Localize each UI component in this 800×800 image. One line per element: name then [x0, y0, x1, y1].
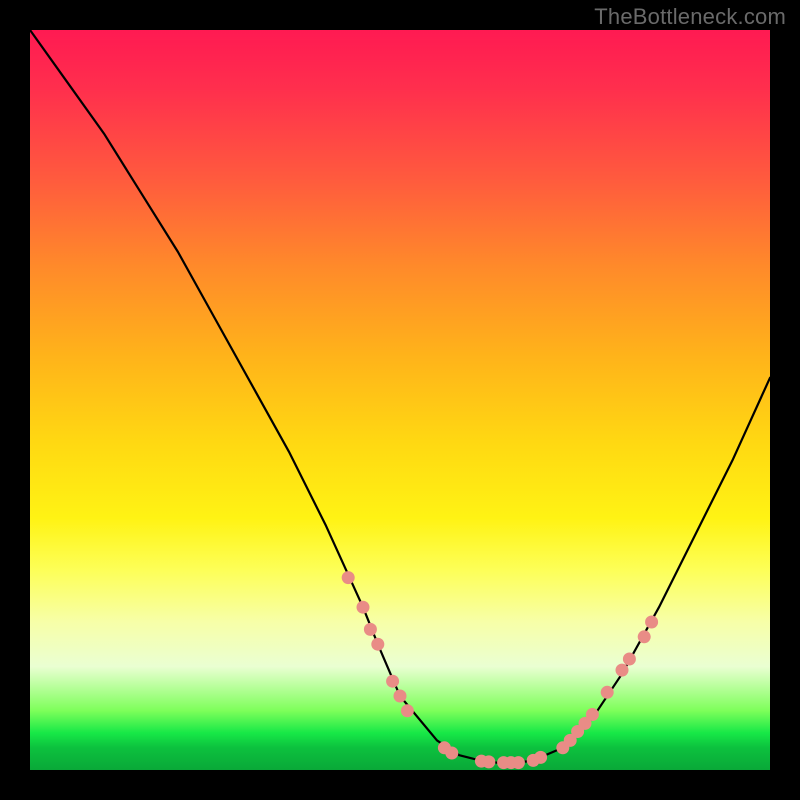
marker-dot — [342, 571, 355, 584]
marker-dot — [534, 751, 547, 764]
marker-dot — [357, 601, 370, 614]
bottleneck-curve — [30, 30, 770, 763]
marker-dot — [616, 664, 629, 677]
marker-dot — [512, 756, 525, 769]
marker-dot — [645, 616, 658, 629]
marker-dot — [601, 686, 614, 699]
watermark-text: TheBottleneck.com — [594, 4, 786, 30]
marker-dot — [386, 675, 399, 688]
marker-dot — [394, 690, 407, 703]
curve-layer — [30, 30, 770, 770]
marker-dot — [638, 630, 651, 643]
marker-dot — [586, 708, 599, 721]
marker-dot — [371, 638, 384, 651]
marker-dot — [364, 623, 377, 636]
plot-area — [30, 30, 770, 770]
marker-dot — [623, 653, 636, 666]
marker-dot — [482, 755, 495, 768]
marker-dot — [401, 704, 414, 717]
marker-dot — [445, 747, 458, 760]
chart-frame: TheBottleneck.com — [0, 0, 800, 800]
